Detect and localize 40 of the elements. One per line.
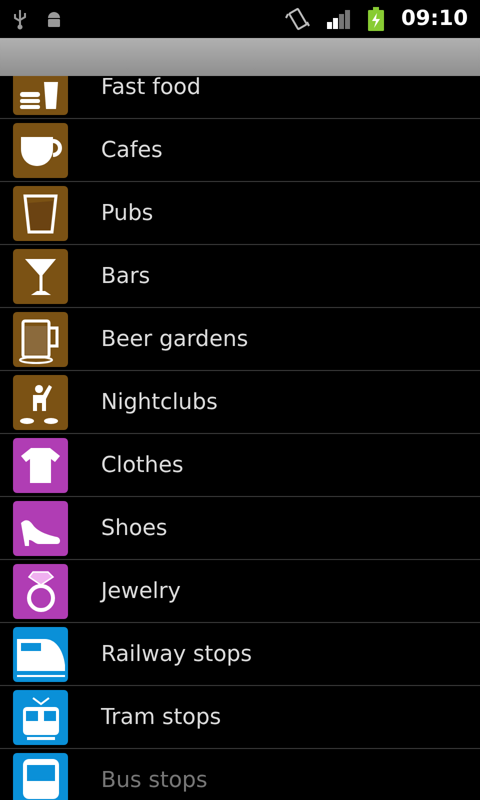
category-item[interactable]: Bars xyxy=(0,245,480,308)
category-label: Bars xyxy=(101,262,150,290)
category-label: Jewelry xyxy=(101,578,181,606)
category-item[interactable]: Pubs xyxy=(0,182,480,245)
category-item[interactable]: Jewelry xyxy=(0,560,480,623)
shoe-icon xyxy=(21,520,60,546)
beer-mug-icon xyxy=(19,319,58,364)
burger-and-drink-icon xyxy=(20,82,58,108)
battery-charging-icon xyxy=(367,7,386,31)
cocktail-glass-icon xyxy=(25,258,56,294)
dj-icon xyxy=(20,384,58,424)
category-item[interactable]: Shoes xyxy=(0,497,480,560)
category-item[interactable]: Tram stops xyxy=(0,686,480,749)
category-item[interactable]: Beer gardens xyxy=(0,308,480,371)
category-item[interactable]: Nightclubs xyxy=(0,371,480,434)
usb-icon xyxy=(12,8,28,30)
clock: 09:10 xyxy=(401,5,468,32)
ring-icon xyxy=(27,570,55,612)
glass-icon xyxy=(23,194,58,233)
category-item[interactable]: Bus stops xyxy=(0,749,480,800)
bus-icon xyxy=(23,758,59,798)
category-label: Fast food xyxy=(101,76,201,102)
category-label: Pubs xyxy=(101,200,154,228)
tram-icon xyxy=(23,696,59,740)
category-item[interactable]: Cafes xyxy=(0,119,480,182)
cup-icon xyxy=(21,136,62,166)
category-label: Tram stops xyxy=(101,704,222,732)
category-item[interactable]: Clothes xyxy=(0,434,480,497)
shirt-icon xyxy=(21,448,60,482)
signal-icon xyxy=(327,9,352,29)
category-item[interactable]: Railway stops xyxy=(0,623,480,686)
category-label: Nightclubs xyxy=(101,388,218,416)
category-label: Railway stops xyxy=(101,640,252,668)
category-item[interactable]: Fast food xyxy=(0,76,480,119)
category-label: Beer gardens xyxy=(101,326,248,354)
category-label: Shoes xyxy=(101,514,168,542)
category-label: Cafes xyxy=(101,136,163,164)
category-label: Bus stops xyxy=(101,766,208,794)
vibrate-icon xyxy=(285,8,312,30)
category-label: Clothes xyxy=(101,452,184,480)
